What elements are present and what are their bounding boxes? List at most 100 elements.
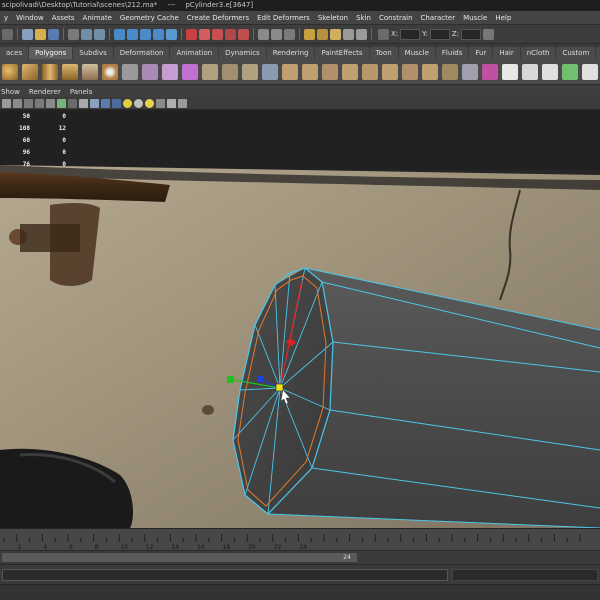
mask-edge-icon[interactable] [127,28,138,40]
snap-point-icon[interactable] [212,28,223,40]
y-field[interactable] [429,28,450,40]
resolution-gate-icon[interactable] [68,98,77,108]
panel-menu-renderer[interactable]: Renderer [29,88,61,96]
smooth-shade-icon[interactable] [90,98,99,108]
select-camera-icon[interactable] [2,98,11,108]
render-view-icon[interactable] [356,28,367,40]
boolean-intersection-icon[interactable] [242,63,258,80]
shadows-icon[interactable] [134,98,143,108]
shelf-tab-custom[interactable]: Custom [556,47,596,59]
snap-grid-icon[interactable] [186,28,197,40]
wireframe-on-shaded-icon[interactable] [101,98,110,108]
time-slider[interactable]: 2 4 6 8 10 12 14 16 18 20 22 24 [0,528,600,550]
menu-character[interactable]: Character [417,14,460,22]
manip-pivot[interactable] [275,383,284,392]
boolean-difference-icon[interactable] [222,63,238,80]
shelf-tab-painteffects[interactable]: PaintEffects [315,47,369,59]
shelf-tab-gozbrush[interactable]: GoZBrush [596,47,600,59]
menu-skeleton[interactable]: Skeleton [314,14,352,22]
menu-animate[interactable]: Animate [79,14,116,22]
z-field[interactable] [461,28,482,40]
manip-y-handle[interactable] [227,376,234,383]
offset-edge-loop-icon[interactable] [402,63,418,80]
range-slider-bar[interactable] [2,553,357,562]
smooth-icon[interactable] [182,63,198,80]
shelf-tab-deformation[interactable]: Deformation [113,47,170,59]
menu-create-deformers[interactable]: Create Deformers [183,14,253,22]
bridge-icon[interactable] [302,63,318,80]
snap-live-icon[interactable] [238,28,249,40]
shelf-tab-aces[interactable]: aces [0,47,29,59]
mask-vertex-icon[interactable] [114,28,125,40]
shelf-tab-dynamics[interactable]: Dynamics [219,47,266,59]
separate-icon[interactable] [142,63,158,80]
save-scene-icon[interactable] [48,28,59,40]
io-icon[interactable] [271,28,282,40]
hud-toggle-icon[interactable] [178,98,187,108]
x-field[interactable] [400,28,421,40]
absolute-transform-icon[interactable] [378,28,389,40]
camera-attributes-icon[interactable] [13,98,22,108]
render-frame-icon[interactable] [304,28,315,40]
extract-icon[interactable] [162,63,178,80]
render-settings-icon[interactable] [330,28,341,40]
menu-muscle[interactable]: Muscle [459,14,491,22]
poly-plane-icon[interactable] [82,63,98,80]
poly-cube-icon[interactable] [22,63,38,80]
textured-icon[interactable] [112,98,121,108]
shelf-tab-subdivs[interactable]: Subdivs [73,47,113,59]
history-icon[interactable] [258,28,269,40]
menu-window[interactable]: Window [12,14,48,22]
menu-edit-deformers[interactable]: Edit Deformers [253,14,314,22]
planar-mapping-icon[interactable] [522,63,538,80]
spherical-mapping-icon[interactable] [562,63,578,80]
film-gate-icon[interactable] [57,98,66,108]
automatic-mapping-icon[interactable] [582,63,598,80]
menu-assets[interactable]: Assets [48,14,79,22]
panel-menu-panels[interactable]: Panels [70,88,93,96]
shelf-tab-animation[interactable]: Animation [170,47,219,59]
default-light-icon[interactable] [145,98,154,108]
mask-other-icon[interactable] [166,28,177,40]
perspective-viewport[interactable]: 50 0 108 12 60 0 96 0 76 0 [0,110,600,528]
bevel-icon[interactable] [422,63,438,80]
extrude-icon[interactable] [282,63,298,80]
poly-torus-icon[interactable] [102,63,118,80]
shelf-tab-polygons[interactable]: Polygons [29,47,73,59]
isolate-select-icon[interactable] [167,98,176,108]
append-polygon-icon[interactable] [322,63,338,80]
shelf-tab-toon[interactable]: Toon [369,47,398,59]
hypershade-icon[interactable] [343,28,354,40]
shelf-tab-ncloth[interactable]: nCloth [520,47,556,59]
soft-modification-icon[interactable] [482,63,498,80]
sculpt-icon[interactable] [462,63,478,80]
merge-icon[interactable] [442,63,458,80]
select-object-icon[interactable] [81,28,92,40]
select-hierarchy-icon[interactable] [68,28,79,40]
menu-constrain[interactable]: Constrain [375,14,417,22]
fill-hole-icon[interactable] [342,63,358,80]
poly-sphere-icon[interactable] [2,63,18,80]
manip-z-handle[interactable] [257,376,263,382]
mask-face-icon[interactable] [140,28,151,40]
cylindrical-mapping-icon[interactable] [542,63,558,80]
checker-uv-icon[interactable] [502,63,518,80]
open-scene-icon[interactable] [35,28,46,40]
menu-set-icon[interactable] [2,28,13,40]
shelf-tab-fluids[interactable]: Fluids [435,47,469,59]
shelf-tab-muscle[interactable]: Muscle [398,47,435,59]
bookmarks-icon[interactable] [24,98,33,108]
menu-help[interactable]: Help [491,14,515,22]
poly-cylinder-icon[interactable] [42,63,58,80]
menu-y[interactable]: y [0,14,12,22]
shelf-tab-rendering[interactable]: Rendering [266,47,315,59]
split-polygon-icon[interactable] [362,63,378,80]
use-all-lights-icon[interactable] [123,98,132,108]
panel-menu-show[interactable]: Show [1,88,20,96]
menu-geometry-cache[interactable]: Geometry Cache [116,14,183,22]
poly-cone-icon[interactable] [62,63,78,80]
ipr-render-icon[interactable] [317,28,328,40]
new-scene-icon[interactable] [22,28,33,40]
boolean-union-icon[interactable] [202,63,218,80]
grid-icon[interactable] [46,98,55,108]
